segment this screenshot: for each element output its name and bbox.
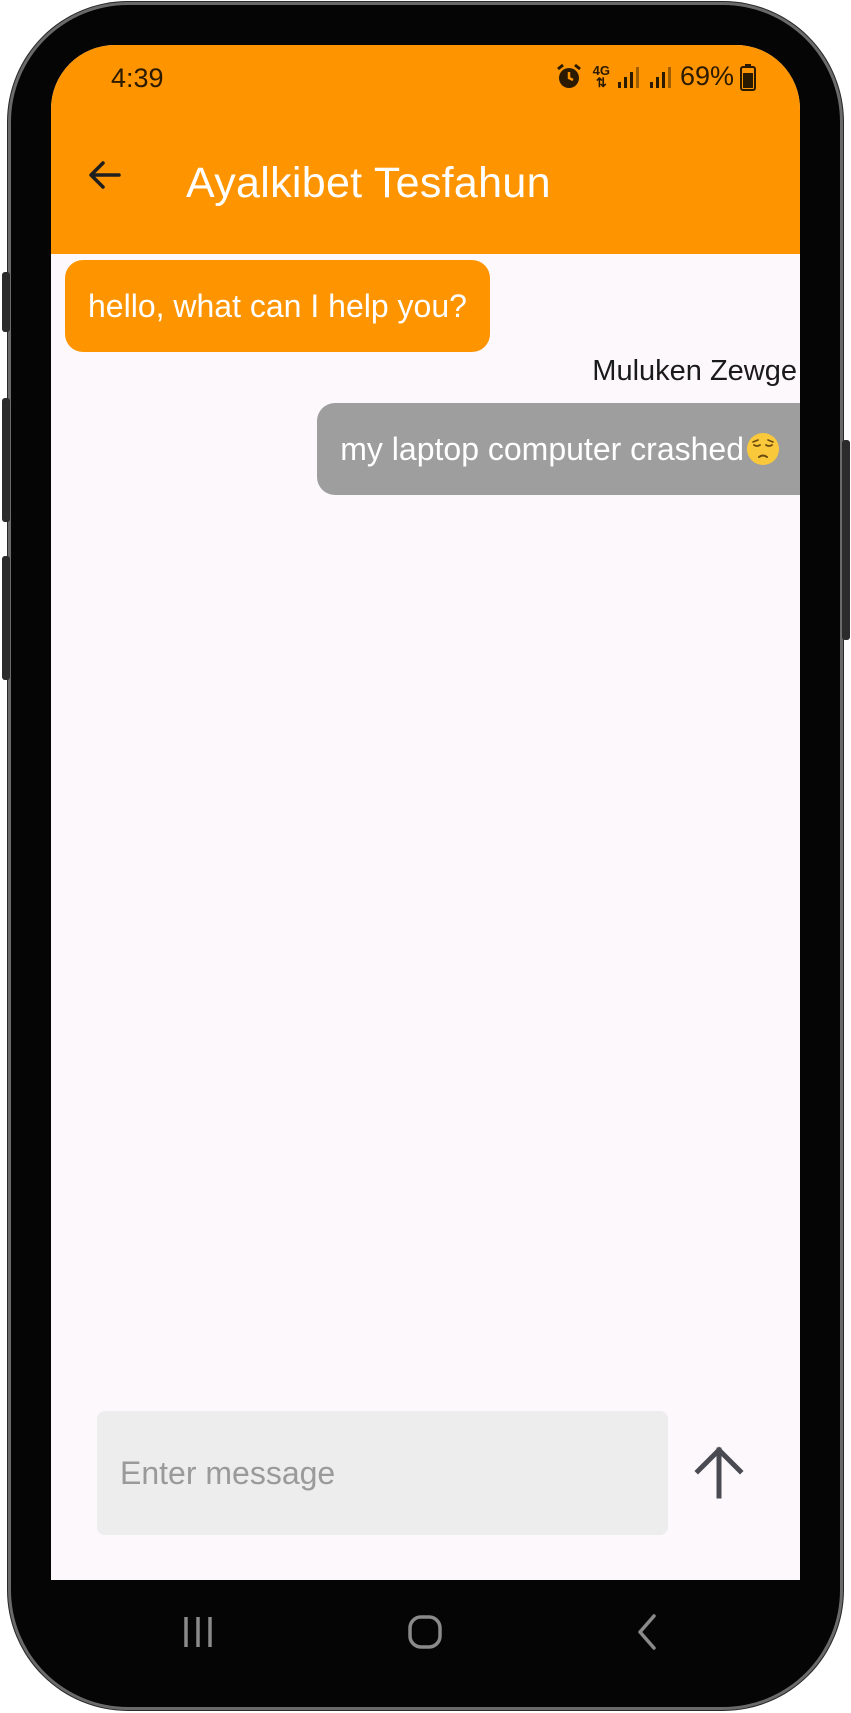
signal-icon — [649, 66, 671, 88]
network-4g-icon: 4G ⇅ — [593, 64, 610, 90]
status-icons: 4G ⇅ 69% — [555, 61, 756, 92]
status-time: 4:39 — [111, 63, 164, 93]
pensive-face-icon — [747, 433, 779, 465]
battery-percent: 69% — [679, 61, 734, 91]
message-text: hello, what can I help you? — [88, 288, 467, 324]
back-button[interactable] — [81, 151, 129, 199]
message-bubble-sent: my laptop computer crashed — [317, 403, 800, 495]
recent-apps-button[interactable] — [168, 1602, 228, 1662]
send-button[interactable] — [688, 1442, 750, 1504]
phone-side-button — [2, 398, 10, 522]
system-nav-bar — [51, 1580, 800, 1680]
alarm-icon — [556, 63, 581, 88]
arrow-up-icon — [694, 1446, 744, 1499]
message-text: my laptop computer crashed — [340, 431, 744, 467]
signal-icon — [617, 66, 639, 88]
phone-side-button — [2, 556, 10, 680]
phone-side-button — [2, 272, 10, 332]
sender-name: Muluken Zewge — [592, 355, 797, 387]
phone-power-button — [842, 440, 850, 640]
app-screen: 4:39 4G ⇅ 69% Ayalkibet Tesfahun hello, … — [51, 45, 800, 1580]
battery-icon — [740, 63, 756, 91]
back-icon — [638, 1614, 656, 1650]
page-title: Ayalkibet Tesfahun — [186, 159, 551, 207]
arrow-back-icon — [89, 161, 121, 189]
data-arrows-icon: ⇅ — [595, 74, 607, 90]
message-bubble-received: hello, what can I help you? — [65, 260, 490, 352]
home-icon — [408, 1615, 442, 1649]
status-bar: 4:39 4G ⇅ 69% — [51, 45, 800, 117]
home-button[interactable] — [395, 1602, 455, 1662]
app-bar: Ayalkibet Tesfahun — [51, 117, 800, 254]
nav-back-button[interactable] — [618, 1602, 678, 1662]
recent-apps-icon — [184, 1617, 212, 1647]
message-input[interactable] — [97, 1411, 668, 1535]
